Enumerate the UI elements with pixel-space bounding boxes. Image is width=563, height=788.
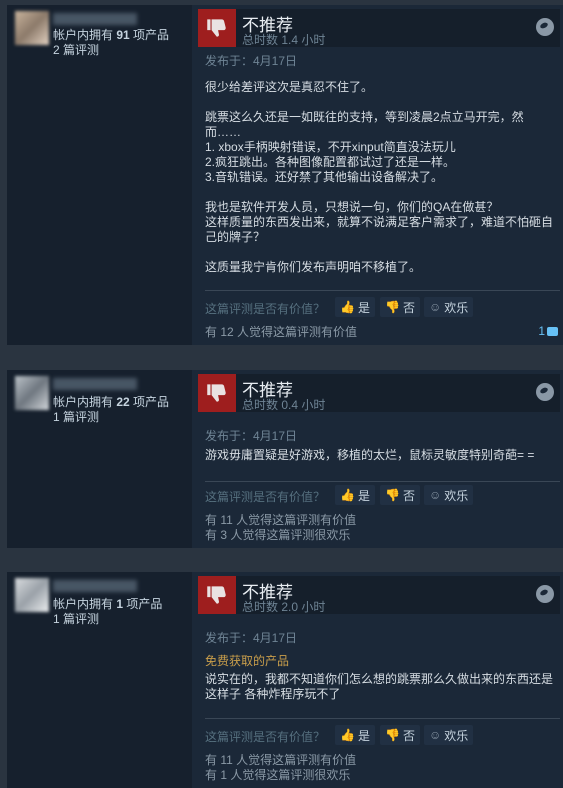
vote-no-button[interactable]: 👎 否 [380, 725, 420, 745]
steam-icon [536, 383, 554, 401]
vote-no-button[interactable]: 👎 否 [380, 297, 420, 317]
vote-header: 不推荐 总时数 1.4 小时 [198, 9, 560, 47]
helpful-count: 有 11 人觉得这篇评测有价值 [205, 513, 357, 527]
vote-yes-button[interactable]: 👍 是 [335, 485, 375, 505]
products-owned[interactable]: 帐户内拥有 91 项产品 [53, 28, 169, 43]
helpful-count: 有 11 人觉得这篇评测有价值 [205, 753, 357, 767]
thumbs-down-icon: 👎 [385, 728, 400, 742]
thumbs-up-icon: 👍 [340, 300, 355, 314]
review-card: 帐户内拥有 1 项产品 1 篇评测 不推荐 总时数 2.0 小时 发布于：4月1… [7, 572, 563, 788]
smile-icon: ☺ [429, 728, 442, 742]
review-content: 不推荐 总时数 2.0 小时 发布于：4月17日 免费获取的产品 说实在的，我都… [192, 572, 563, 788]
free-product-label: 免费获取的产品 [205, 654, 290, 668]
products-owned[interactable]: 帐户内拥有 22 项产品 [53, 395, 169, 410]
review-count[interactable]: 1 篇评测 [53, 612, 99, 627]
vote-funny-button[interactable]: ☺ 欢乐 [424, 297, 474, 317]
avatar[interactable] [15, 11, 49, 45]
reviewer-name[interactable] [53, 13, 137, 25]
funny-count: 有 1 人觉得这篇评测很欢乐 [205, 768, 351, 782]
vote-yes-button[interactable]: 👍 是 [335, 725, 375, 745]
reviewer-panel: 帐户内拥有 1 项产品 1 篇评测 [7, 572, 192, 788]
products-owned[interactable]: 帐户内拥有 1 项产品 [53, 597, 162, 612]
reviewer-name[interactable] [53, 378, 137, 390]
vote-yes-button[interactable]: 👍 是 [335, 297, 375, 317]
avatar[interactable] [15, 578, 49, 612]
funny-count: 有 3 人觉得这篇评测很欢乐 [205, 528, 351, 542]
vote-no-button[interactable]: 👎 否 [380, 485, 420, 505]
posted-date: 发布于：4月17日 [205, 631, 298, 645]
steam-icon [536, 18, 554, 36]
divider [205, 481, 560, 482]
helpful-count: 有 12 人觉得这篇评测有价值 [205, 325, 358, 339]
comment-bubble-icon [547, 326, 558, 336]
smile-icon: ☺ [429, 300, 442, 314]
review-count[interactable]: 2 篇评测 [53, 43, 99, 58]
playtime: 总时数 1.4 小时 [242, 33, 326, 47]
review-count[interactable]: 1 篇评测 [53, 410, 99, 425]
vote-header: 不推荐 总时数 2.0 小时 [198, 576, 560, 614]
thumbs-up-icon: 👍 [340, 488, 355, 502]
thumbs-down-icon [198, 576, 236, 614]
thumbs-down-icon [198, 9, 236, 47]
thumbs-up-icon: 👍 [340, 728, 355, 742]
review-text: 很少给差评这次是真忍不住了。 跳票这么久还是一如既往的支持，等到凌晨2点立马开完… [205, 80, 554, 274]
vote-funny-button[interactable]: ☺ 欢乐 [424, 725, 474, 745]
review-card: 帐户内拥有 91 项产品 2 篇评测 不推荐 总时数 1.4 小时 发布于：4月… [7, 5, 563, 345]
review-content: 不推荐 总时数 1.4 小时 发布于：4月17日 很少给差评这次是真忍不住了。 … [192, 5, 563, 345]
divider [205, 290, 560, 291]
review-content: 不推荐 总时数 0.4 小时 发布于：4月17日 游戏毋庸置疑是好游戏，移植的太… [192, 370, 563, 548]
review-text: 游戏毋庸置疑是好游戏，移植的太烂，鼠标灵敏度特别奇葩= = [205, 448, 535, 462]
vote-header: 不推荐 总时数 0.4 小时 [198, 374, 560, 412]
helpful-question: 这篇评测是否有价值？ [205, 490, 326, 504]
review-card: 帐户内拥有 22 项产品 1 篇评测 不推荐 总时数 0.4 小时 发布于：4月… [7, 370, 563, 548]
playtime: 总时数 2.0 小时 [242, 600, 326, 614]
thumbs-down-icon: 👎 [385, 300, 400, 314]
reviewer-panel: 帐户内拥有 91 项产品 2 篇评测 [7, 5, 192, 345]
posted-date: 发布于：4月17日 [205, 54, 298, 68]
avatar[interactable] [15, 376, 49, 410]
smile-icon: ☺ [429, 488, 442, 502]
review-text: 说实在的，我都不知道你们怎么想的跳票那么久做出来的东西还是这样子 各种炸程序玩不… [205, 672, 554, 701]
thumbs-down-icon: 👎 [385, 488, 400, 502]
thumbs-down-icon [198, 374, 236, 412]
helpful-question: 这篇评测是否有价值？ [205, 730, 326, 744]
vote-funny-button[interactable]: ☺ 欢乐 [424, 485, 474, 505]
reviewer-panel: 帐户内拥有 22 项产品 1 篇评测 [7, 370, 192, 548]
posted-date: 发布于：4月17日 [205, 429, 298, 443]
steam-icon [536, 585, 554, 603]
playtime: 总时数 0.4 小时 [242, 398, 326, 412]
reviewer-name[interactable] [53, 580, 137, 592]
helpful-question: 这篇评测是否有价值？ [205, 302, 326, 316]
divider [205, 718, 560, 719]
comment-count-link[interactable]: 1 [538, 324, 558, 338]
